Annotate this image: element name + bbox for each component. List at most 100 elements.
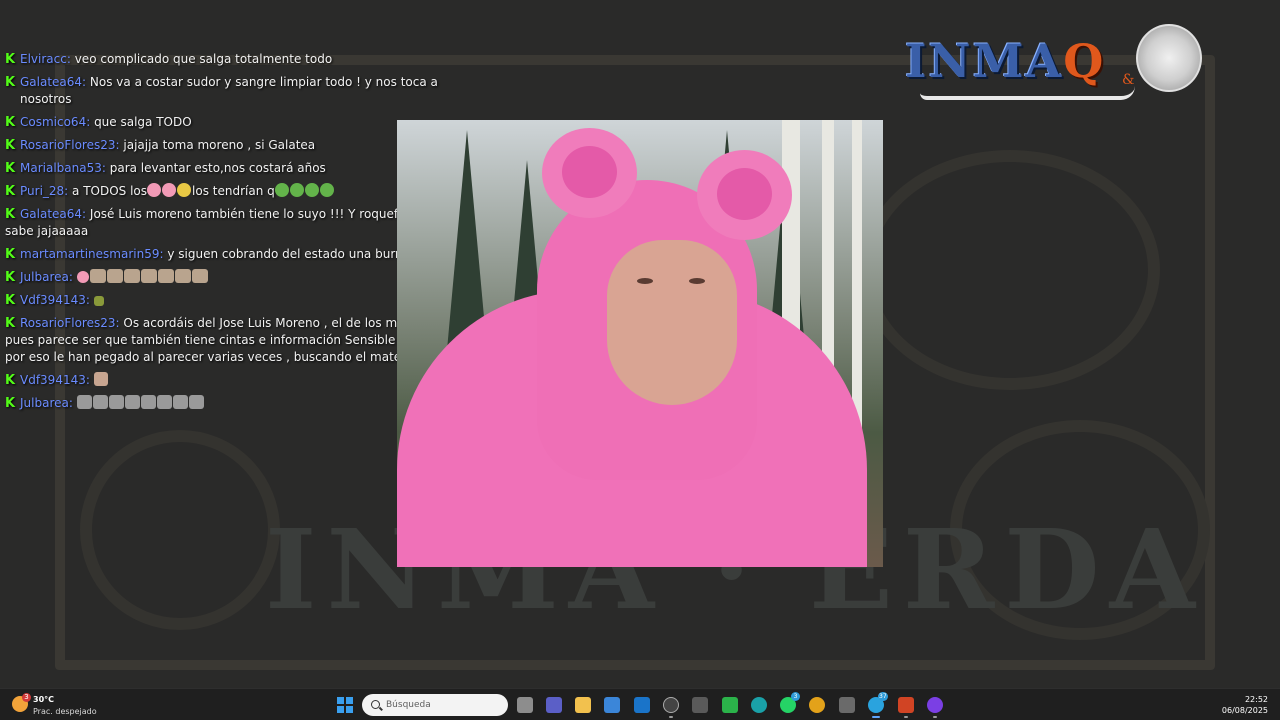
chat-username: Puri_28: xyxy=(20,184,69,198)
chat-message: K RosarioFlores23: jajajja toma moreno ,… xyxy=(5,137,465,154)
kick-icon: K xyxy=(5,75,16,90)
emote-icon xyxy=(76,395,92,409)
sick-face-emote-icon xyxy=(177,183,192,197)
emote-icon xyxy=(172,395,188,409)
chat-username: Galatea64: xyxy=(20,207,87,221)
chat-text: los tendrían q xyxy=(192,184,275,198)
search-box[interactable]: Búsqueda xyxy=(362,694,508,716)
coat-of-arms-icon xyxy=(1136,24,1202,92)
app-running-indicator xyxy=(872,716,880,718)
chat-username: Julbarea: xyxy=(20,270,73,284)
logo-wordmark: INMAQ xyxy=(905,34,1105,88)
powerpoint-icon[interactable] xyxy=(898,697,914,713)
emote-icon xyxy=(93,296,104,306)
chrome-icon[interactable] xyxy=(809,697,825,713)
chat-message: K Cosmico64: que salga TODO xyxy=(5,114,465,131)
start-button[interactable] xyxy=(337,697,353,713)
weather-widget[interactable]: 3 30°C Prac. despejado xyxy=(12,693,112,719)
costume-ear xyxy=(542,128,637,218)
chat-message: K Elviracc: veo complicado que salga tot… xyxy=(5,51,465,68)
birch-tree xyxy=(852,120,862,450)
rat-emote-icon xyxy=(157,269,174,283)
rat-emote-icon xyxy=(123,269,140,283)
chat-username: Vdf394143: xyxy=(20,293,90,307)
chat-text: y siguen cobrando del estado una burrada xyxy=(163,247,423,261)
kick-icon: K xyxy=(5,316,16,331)
frog-emote-icon xyxy=(274,183,289,197)
chat-username: martamartinesmarin59: xyxy=(20,247,164,261)
emote-icon xyxy=(140,395,156,409)
chat-username: Cosmico64: xyxy=(20,115,91,129)
emote-icon xyxy=(156,395,172,409)
chat-message: K Julbarea: xyxy=(5,269,465,286)
pig-emote-icon xyxy=(76,271,89,283)
featured-image xyxy=(397,120,883,567)
taskbar: 3 30°C Prac. despejado Búsqueda 3 37 22:… xyxy=(0,688,1280,720)
chat-message: K RosarioFlores23: Os acordáis del Jose … xyxy=(5,315,465,366)
clock-time: 22:52 xyxy=(1244,695,1268,704)
frog-emote-icon xyxy=(319,183,334,197)
weather-temperature: 30°C xyxy=(33,695,55,704)
obs-app-icon[interactable] xyxy=(927,697,943,713)
chat-username: Marialbana53: xyxy=(20,161,106,175)
rat-emote-icon xyxy=(89,269,106,283)
emote-icon xyxy=(108,395,124,409)
channel-logo: INMAQ & xyxy=(900,22,1205,107)
cube-app-icon[interactable] xyxy=(692,697,708,713)
outlook-icon[interactable] xyxy=(634,697,650,713)
microsoft-store-icon[interactable] xyxy=(604,697,620,713)
chat-text: para levantar esto,nos costará años xyxy=(105,161,326,175)
system-clock[interactable]: 22:52 06/08/2025 xyxy=(1222,694,1268,716)
chat-username: Elviracc: xyxy=(20,52,71,66)
kick-icon: K xyxy=(5,52,16,67)
pig-emote-icon xyxy=(162,183,177,197)
kick-icon: K xyxy=(5,115,16,130)
chat-message: K Galatea64: Nos va a costar sudor y san… xyxy=(5,74,465,108)
rat-emote-icon xyxy=(140,269,157,283)
pig-emote-icon xyxy=(147,183,162,197)
whatsapp-badge: 3 xyxy=(791,692,800,701)
kick-icon: K xyxy=(5,293,16,308)
clock-date: 06/08/2025 xyxy=(1221,706,1268,715)
teams-icon[interactable] xyxy=(546,697,562,713)
kick-icon: K xyxy=(5,270,16,285)
kick-icon: K xyxy=(5,207,16,222)
kick-icon: K xyxy=(5,138,16,153)
search-icon xyxy=(371,700,380,709)
kick-icon: K xyxy=(5,247,16,262)
logo-q: Q xyxy=(1063,34,1106,88)
rat-emote-icon xyxy=(174,269,191,283)
chat-message: K Vdf394143: xyxy=(5,372,465,389)
kick-icon: K xyxy=(5,373,16,388)
kick-icon: K xyxy=(5,184,16,199)
file-explorer-icon[interactable] xyxy=(575,697,591,713)
chat-text: a TODOS los xyxy=(68,184,148,198)
chat-text: veo complicado que salga totalmente todo xyxy=(70,52,333,66)
chat-username: Vdf394143: xyxy=(20,373,90,387)
chat-username: Julbarea: xyxy=(20,396,73,410)
chat-message: K Vdf394143: xyxy=(5,292,465,309)
costume-ear xyxy=(697,150,792,240)
weather-badge: 3 xyxy=(22,693,31,702)
frog-emote-icon xyxy=(304,183,319,197)
chat-message: K Marialbana53: para levantar esto,nos c… xyxy=(5,160,465,177)
camtasia-icon[interactable] xyxy=(722,697,738,713)
chat-message: K Puri_28: a TODOS los los tendrían q xyxy=(5,183,465,200)
chat-text: que salga TODO xyxy=(90,115,192,129)
person-face xyxy=(607,240,737,405)
chat-message: K Julbarea: xyxy=(5,395,465,412)
weather-description: Prac. despejado xyxy=(33,707,97,716)
kick-icon: K xyxy=(5,161,16,176)
logo-swoosh xyxy=(920,86,1135,100)
background-ornament xyxy=(80,430,280,630)
emote-icon xyxy=(124,395,140,409)
rat-emote-icon xyxy=(191,269,208,283)
copilot-icon[interactable] xyxy=(663,697,679,713)
edge-icon[interactable] xyxy=(751,697,767,713)
logo-text: INMA xyxy=(905,34,1064,88)
shield-app-icon[interactable] xyxy=(839,697,855,713)
app-running-indicator xyxy=(669,716,673,718)
task-view-icon[interactable] xyxy=(517,697,533,713)
rat-emote-icon xyxy=(106,269,123,283)
background-ornament xyxy=(860,150,1160,390)
